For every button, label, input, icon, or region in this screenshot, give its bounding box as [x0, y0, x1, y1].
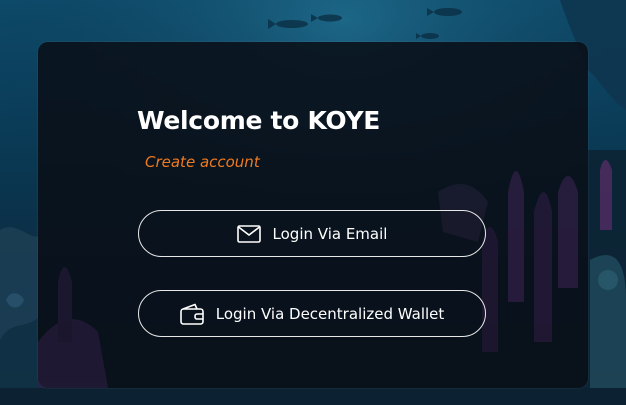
page-title: Welcome to KOYE	[137, 106, 381, 135]
login-panel: Welcome to KOYE Create account Login Via…	[38, 42, 588, 388]
envelope-icon	[236, 224, 261, 243]
create-account-link[interactable]: Create account	[145, 153, 260, 171]
login-screen: Welcome to KOYE Create account Login Via…	[0, 0, 626, 405]
login-via-wallet-button[interactable]: Login Via Decentralized Wallet	[138, 290, 486, 337]
login-via-email-label: Login Via Email	[272, 224, 388, 243]
login-via-wallet-label: Login Via Decentralized Wallet	[215, 304, 445, 323]
wallet-icon	[179, 303, 204, 325]
login-via-email-button[interactable]: Login Via Email	[138, 210, 486, 257]
